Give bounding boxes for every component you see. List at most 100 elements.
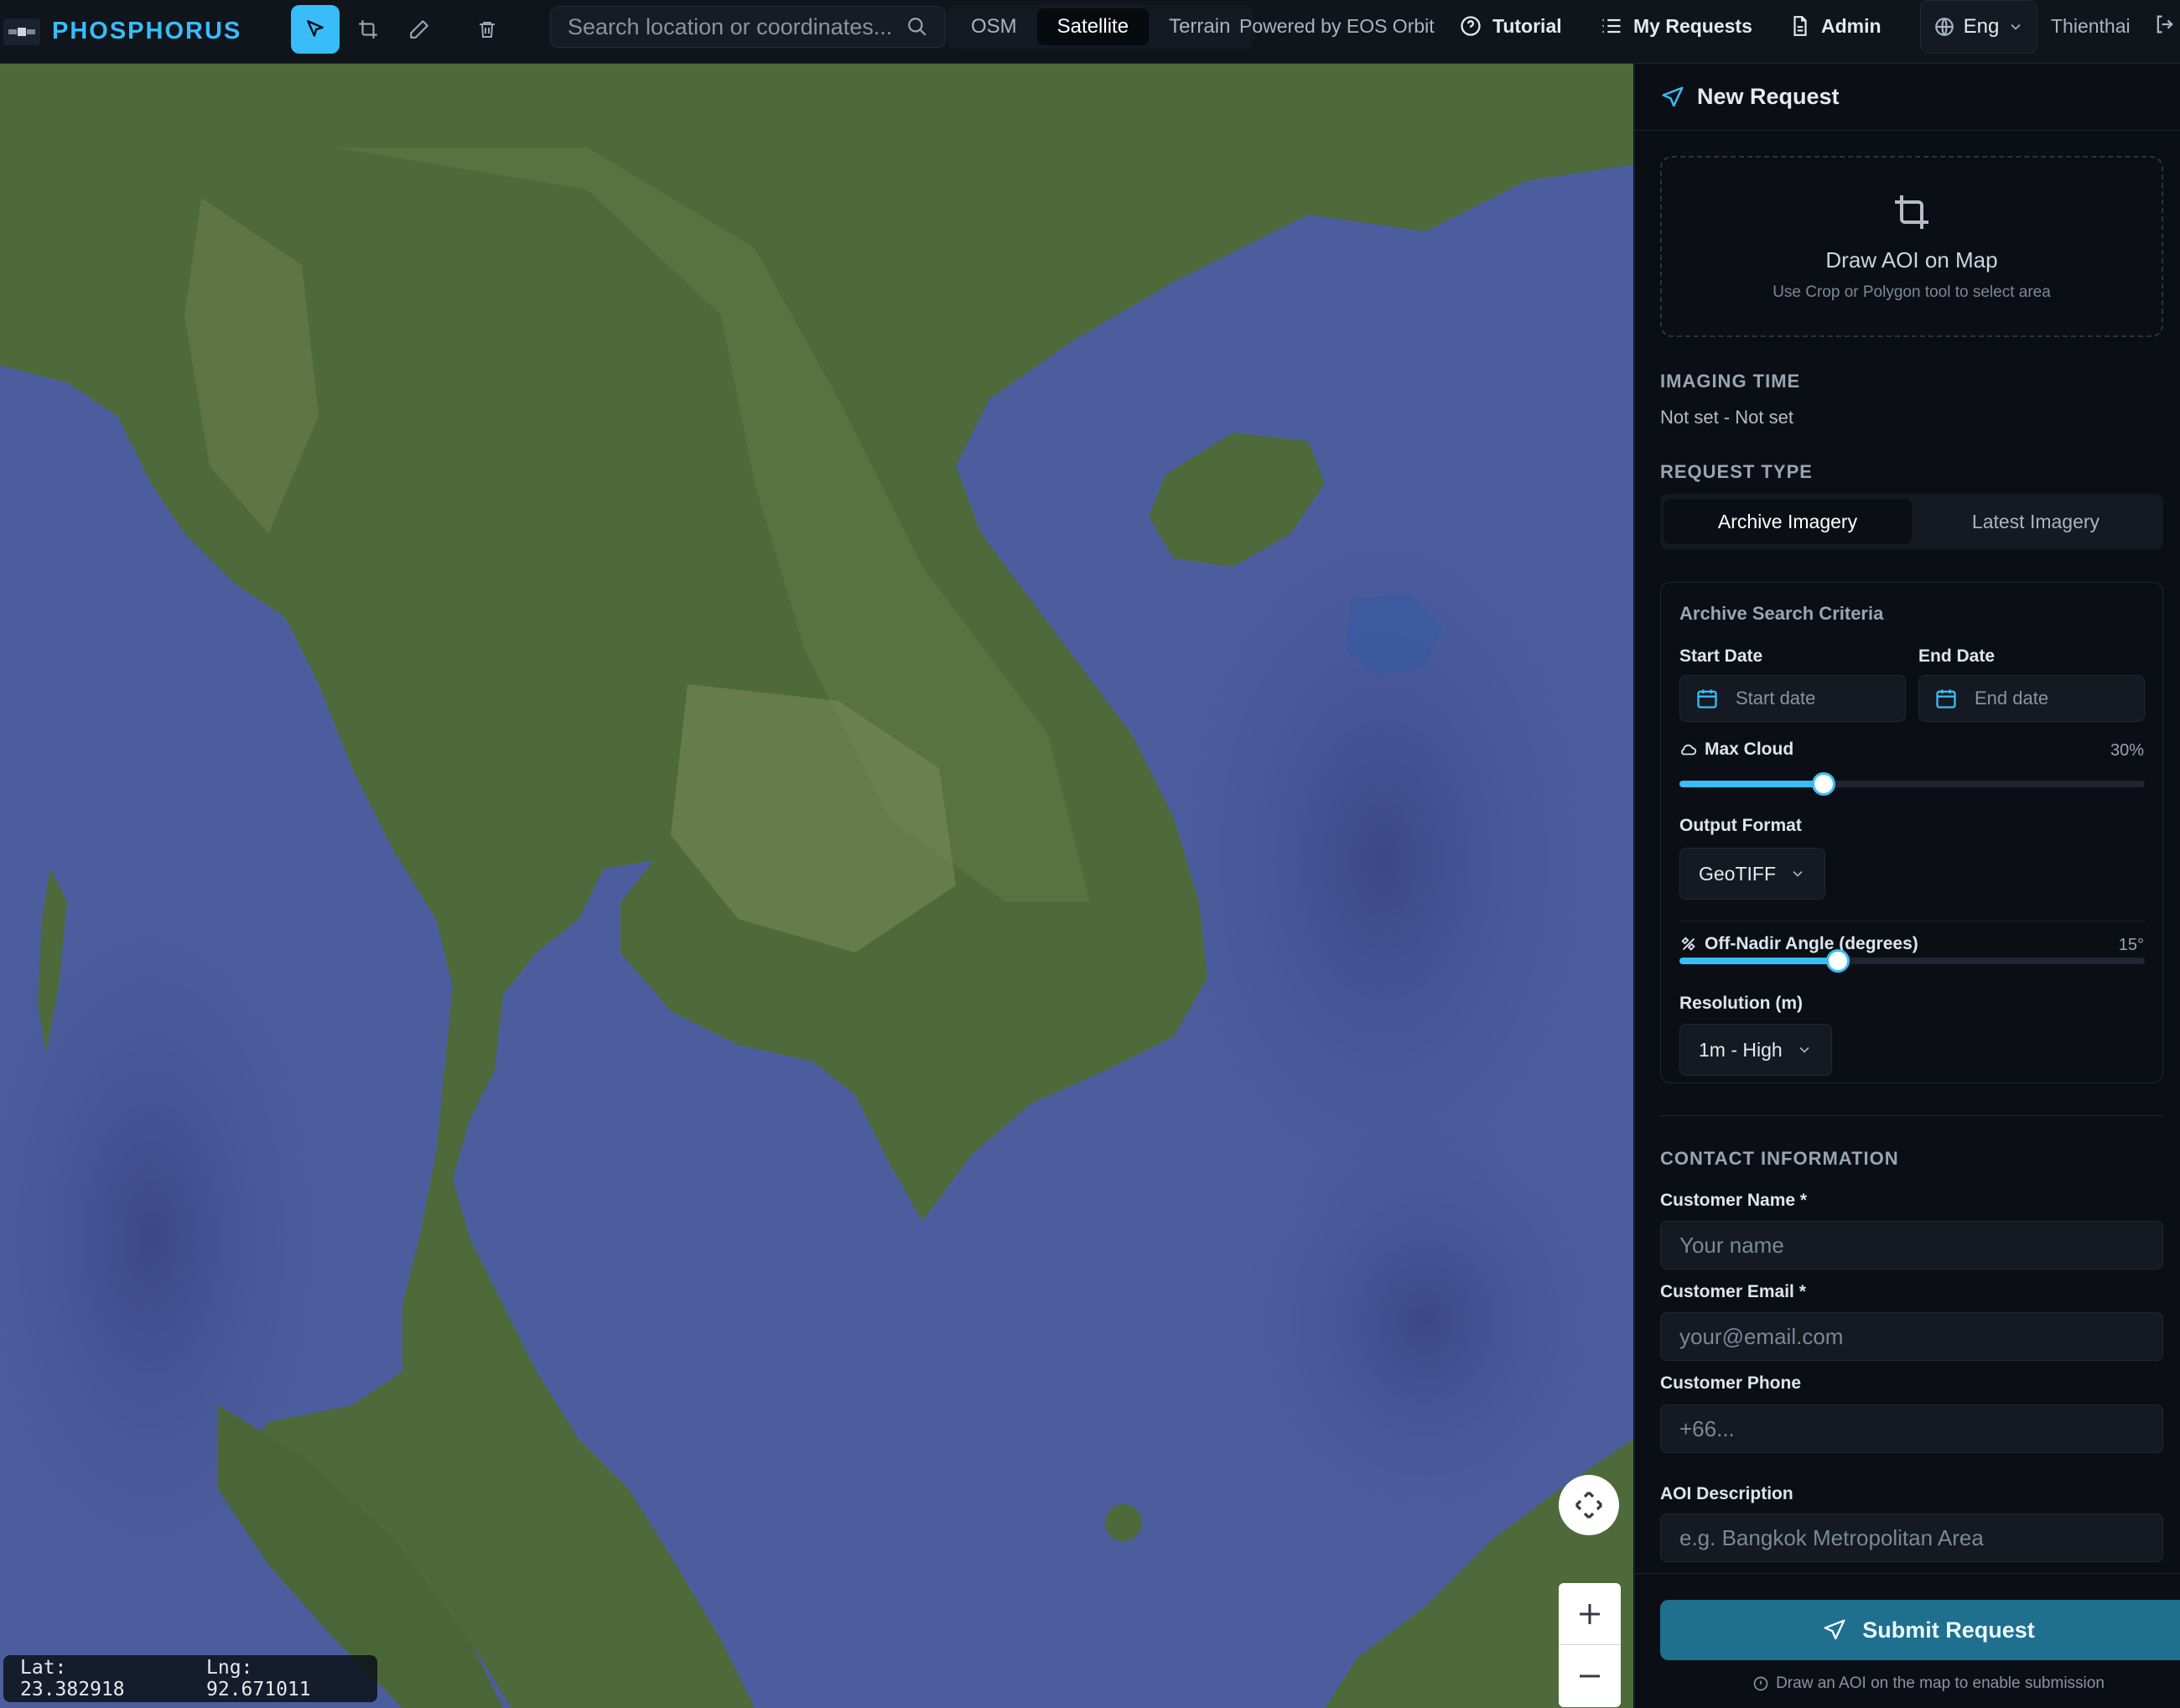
admin-button[interactable]: Admin [1789,0,1882,52]
tutorial-label: Tutorial [1492,14,1562,37]
map-layer-switcher: OSM Satellite Terrain [947,5,1254,49]
end-date-label: End Date [1918,646,1996,666]
request-type-toggle: Archive Imagery Latest Imagery [1660,494,2163,549]
max-cloud-slider-thumb[interactable] [1812,772,1836,796]
output-format-select[interactable]: GeoTIFF [1679,848,1826,900]
max-cloud-slider-fill [1679,781,1824,787]
submit-hint-text: Draw an AOI on the map to enable submiss… [1776,1674,2105,1692]
delete-tool-button[interactable] [463,5,511,54]
archive-imagery-tab[interactable]: Archive Imagery [1664,499,1912,544]
minus-icon [1580,1674,1600,1678]
off-nadir-value: 15° [2118,936,2144,954]
draw-aoi-dropzone[interactable]: Draw AOI on Map Use Crop or Polygon tool… [1660,156,2163,337]
aoi-subtitle: Use Crop or Polygon tool to select area [1773,283,2051,301]
off-nadir-slider[interactable] [1679,949,2145,973]
crop-icon [1895,195,1928,229]
start-date-picker[interactable]: Start date [1679,675,1906,722]
section-divider [1660,1115,2163,1116]
aoi-description-label: AOI Description [1660,1484,1793,1503]
start-date-placeholder: Start date [1736,688,1816,709]
move-arrows-icon [1575,1491,1603,1519]
customer-name-input[interactable] [1660,1221,2163,1269]
crop-tool-button[interactable] [344,5,392,54]
satellite-angle-icon [1681,937,1695,951]
off-nadir-slider-fill [1679,958,1838,964]
submit-label: Submit Request [1862,1617,2035,1643]
resolution-select[interactable]: 1m - High [1679,1024,1832,1076]
list-icon [1602,18,1621,34]
off-nadir-slider-thumb[interactable] [1825,949,1850,973]
off-nadir-text: Off-Nadir Angle (degrees) [1705,934,1918,953]
crop-icon [359,20,377,39]
chevron-down-icon [2011,23,2021,30]
cursor-arrow-icon [307,20,324,37]
customer-email-label: Customer Email * [1660,1282,1806,1301]
language-label: Eng [1963,15,2000,38]
max-cloud-text: Max Cloud [1705,740,1794,759]
longitude-readout: Lng: 92.671011 [206,1657,311,1700]
calendar-icon [1697,689,1717,709]
pencil-icon [410,20,428,39]
my-requests-label: My Requests [1633,14,1752,37]
calendar-icon [1936,689,1956,709]
off-nadir-label: Off-Nadir Angle (degrees) [1679,934,1918,954]
search-input[interactable] [568,13,906,40]
aoi-description-input[interactable] [1660,1513,2163,1562]
logout-button[interactable] [2153,12,2177,41]
panel-header: New Request [1635,64,2180,131]
tutorial-button[interactable]: Tutorial [1459,0,1562,52]
end-date-picker[interactable]: End date [1918,675,2145,722]
end-date-placeholder: End date [1975,688,2049,709]
layer-satellite-button[interactable]: Satellite [1036,8,1150,45]
location-search[interactable] [550,6,946,48]
satellite-imagery [0,64,1633,1708]
reset-view-button[interactable] [1559,1475,1619,1535]
top-bar: PHOSPHORUS OSM Satellite Terrain Powered… [0,0,2180,64]
search-icon [908,18,926,36]
output-format-label: Output Format [1679,816,1802,835]
pointer-tool-button[interactable] [291,5,340,54]
info-circle-icon [1753,1676,1768,1691]
resolution-label: Resolution (m) [1679,994,1803,1013]
globe-icon [1934,18,1954,36]
layer-osm-button[interactable]: OSM [951,8,1037,45]
resolution-value: 1m - High [1699,1038,1783,1061]
layer-terrain-button[interactable]: Terrain [1149,8,1250,45]
cursor-coordinates: Lat: 23.382918 Lng: 92.671011 [3,1655,377,1702]
send-icon [1662,86,1684,106]
document-icon [1793,16,1807,36]
logout-icon [2157,15,2173,34]
help-circle-icon [1461,16,1481,36]
submit-hint: Draw an AOI on the map to enable submiss… [1660,1674,2180,1693]
satellite-icon [3,18,40,45]
send-icon [1824,1619,1845,1640]
imaging-time-label: IMAGING TIME [1660,371,1801,392]
panel-title: New Request [1697,84,1840,109]
zoom-out-button[interactable] [1559,1645,1621,1707]
map-canvas[interactable] [0,64,1633,1708]
chevron-down-icon [1793,870,1803,877]
max-cloud-label: Max Cloud [1679,740,1793,760]
output-format-value: GeoTIFF [1699,862,1777,885]
submit-request-button[interactable]: Submit Request [1660,1600,2180,1660]
latitude-readout: Lat: 23.382918 [20,1657,125,1700]
app-logo[interactable]: PHOSPHORUS [0,0,241,64]
max-cloud-slider[interactable] [1679,772,2145,796]
customer-email-input[interactable] [1660,1312,2163,1361]
contact-info-label: CONTACT INFORMATION [1660,1148,1899,1169]
latest-imagery-tab[interactable]: Latest Imagery [1912,499,2160,544]
pencil-tool-button[interactable] [395,5,444,54]
imaging-time-value: Not set - Not set [1660,407,1793,428]
language-selector[interactable]: Eng [1920,0,2037,54]
start-date-label: Start Date [1679,646,1763,666]
admin-label: Admin [1821,14,1882,37]
cloud-icon [1680,744,1697,755]
customer-name-label: Customer Name * [1660,1191,1808,1210]
plus-icon [1580,1603,1600,1624]
powered-by-text: Powered by EOS Orbit [1239,14,1435,37]
customer-phone-input[interactable] [1660,1404,2163,1453]
footer-divider [1635,1573,2180,1574]
my-requests-button[interactable]: My Requests [1600,0,1752,52]
trash-icon [480,22,495,38]
zoom-in-button[interactable] [1559,1583,1621,1645]
